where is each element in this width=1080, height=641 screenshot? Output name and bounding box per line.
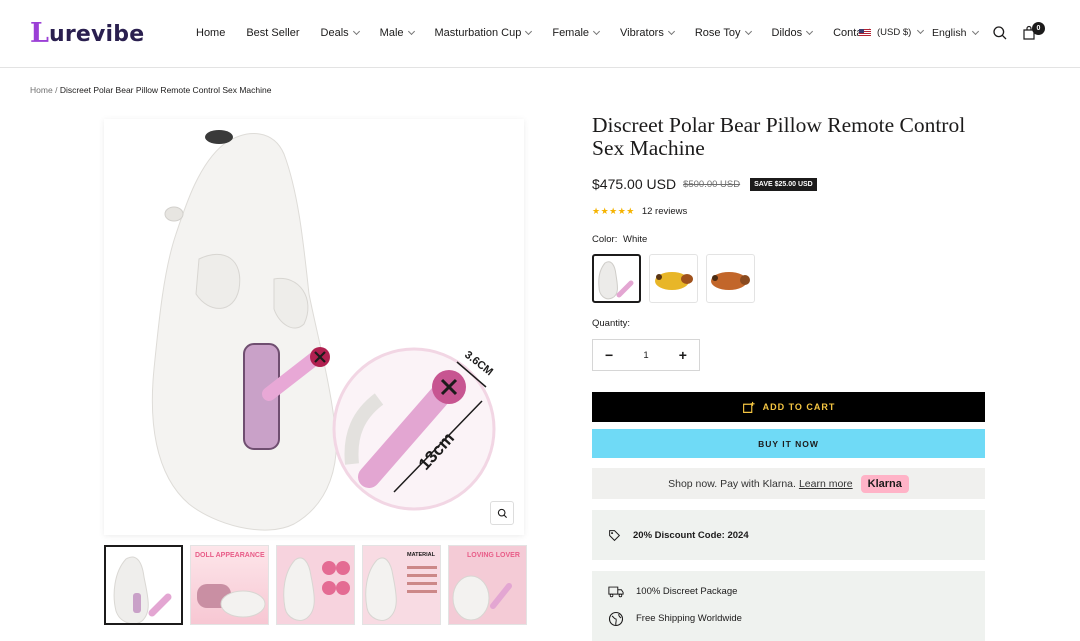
- us-flag-icon: [859, 28, 871, 37]
- product-price: $475.00 USD: [592, 176, 677, 192]
- chevron-down-icon: [744, 27, 752, 36]
- thumbnail[interactable]: [104, 545, 183, 625]
- cart-count-badge: 0: [1032, 22, 1045, 35]
- nav-best-seller[interactable]: Best Seller: [246, 27, 299, 39]
- language-label: English: [932, 27, 967, 39]
- star-rating-icon: ★★★★★: [592, 206, 635, 216]
- klarna-logo: Klarna: [860, 474, 909, 493]
- color-value: White: [622, 234, 648, 245]
- logo-text: urevibe: [48, 21, 145, 47]
- swatch-yellow-image: [655, 272, 693, 290]
- tag-icon: [609, 529, 621, 541]
- quantity-decrease-button[interactable]: −: [605, 347, 613, 363]
- currency-label: (USD $): [877, 27, 912, 38]
- discount-code-box: 20% Discount Code: 2024: [592, 510, 985, 560]
- feature-label: Free Shipping Worldwide: [636, 613, 742, 624]
- nav-male[interactable]: Male: [380, 27, 415, 39]
- buy-it-now-button[interactable]: BUY IT NOW: [592, 429, 985, 458]
- search-icon[interactable]: [992, 25, 1008, 41]
- quantity-label: Quantity:: [592, 318, 631, 329]
- thumbnail-features-image: [283, 557, 350, 621]
- features-box: 100% Discreet Package Free Shipping Worl…: [592, 571, 985, 641]
- nav-vibrators[interactable]: Vibrators: [620, 27, 675, 39]
- klarna-banner: Shop now. Pay with Klarna. Learn more Kl…: [592, 468, 985, 499]
- chevron-down-icon: [806, 27, 814, 36]
- chevron-down-icon: [407, 27, 415, 36]
- polar-bear-pillow-image: 3.6CM 13cm: [151, 130, 496, 531]
- thumbnail[interactable]: DOLL APPEARANCE: [190, 545, 269, 625]
- thumbnail-caption: DOLL APPEARANCE: [195, 552, 265, 559]
- site-logo[interactable]: L urevibe: [30, 16, 144, 52]
- chevron-down-icon: [352, 27, 360, 36]
- breadcrumb-separator: /: [55, 85, 58, 95]
- save-badge: SAVE $25.00 USD: [750, 177, 817, 191]
- swatch-yellow[interactable]: [649, 254, 698, 303]
- thumbnail-caption: LOVING LOVER: [467, 552, 520, 559]
- product-info: Discreet Polar Bear Pillow Remote Contro…: [592, 114, 985, 641]
- feature-discreet-package: 100% Discreet Package: [608, 585, 969, 598]
- truck-icon: [608, 586, 624, 598]
- language-selector[interactable]: English: [932, 27, 980, 39]
- nav-female[interactable]: Female: [552, 27, 601, 39]
- nav-home[interactable]: Home: [196, 27, 225, 39]
- zoom-button[interactable]: [490, 501, 514, 525]
- quantity-value[interactable]: 1: [643, 350, 648, 361]
- quantity-stepper: − 1 +: [592, 339, 700, 371]
- chevron-down-icon: [667, 27, 675, 36]
- quantity-increase-button[interactable]: +: [679, 347, 687, 363]
- swatch-brown[interactable]: [706, 254, 755, 303]
- globe-icon: [608, 611, 624, 626]
- thumbnail[interactable]: [276, 545, 355, 625]
- add-to-cart-button[interactable]: ADD TO CART: [592, 392, 985, 422]
- thumbnail-bear-image: [113, 556, 172, 623]
- breadcrumb-home[interactable]: Home: [30, 85, 53, 95]
- chevron-down-icon: [525, 27, 533, 36]
- buy-it-now-label: BUY IT NOW: [758, 438, 819, 449]
- thumbnail-strip: DOLL APPEARANCE MATERIAL LOVING LOVER: [104, 545, 527, 625]
- site-header: L urevibe Home Best Seller Deals Male Ma…: [0, 0, 1080, 68]
- swatch-white-image: [598, 261, 634, 300]
- nav-deals[interactable]: Deals: [321, 27, 360, 39]
- chevron-down-icon: [592, 27, 601, 36]
- klarna-text: Shop now. Pay with Klarna.: [668, 477, 796, 490]
- feature-label: 100% Discreet Package: [636, 586, 738, 597]
- color-label-text: Color:: [592, 234, 618, 245]
- currency-selector[interactable]: (USD $): [859, 26, 925, 38]
- nav-rose-toy[interactable]: Rose Toy: [695, 27, 752, 39]
- nav-masturbation-cup[interactable]: Masturbation Cup: [435, 27, 533, 39]
- rating-row[interactable]: ★★★★★ 12 reviews: [592, 206, 985, 217]
- nav-dildos[interactable]: Dildos: [772, 27, 814, 39]
- klarna-learn-more-link[interactable]: Learn more: [799, 478, 853, 490]
- price-row: $475.00 USD $500.00 USD SAVE $25.00 USD: [592, 176, 985, 192]
- color-swatches: [592, 254, 985, 303]
- product-main-image[interactable]: 3.6CM 13cm: [104, 119, 524, 535]
- zoom-icon: [497, 508, 507, 518]
- cart-plus-icon: [742, 401, 755, 413]
- breadcrumb: Home / Discreet Polar Bear Pillow Remote…: [30, 85, 271, 95]
- product-title: Discreet Polar Bear Pillow Remote Contro…: [592, 113, 966, 160]
- main-nav: Home Best Seller Deals Male Masturbation…: [196, 27, 871, 39]
- breadcrumb-current: Discreet Polar Bear Pillow Remote Contro…: [59, 85, 272, 95]
- chevron-down-icon: [972, 27, 980, 35]
- chevron-down-icon: [917, 26, 925, 35]
- add-to-cart-label: ADD TO CART: [762, 402, 836, 412]
- logo-initial: L: [30, 17, 49, 49]
- swatch-brown-image: [711, 272, 750, 290]
- reviews-count: 12 reviews: [641, 206, 688, 217]
- thumbnail[interactable]: LOVING LOVER: [448, 545, 527, 625]
- compare-price: $500.00 USD: [683, 178, 741, 190]
- feature-free-shipping: Free Shipping Worldwide: [608, 611, 969, 626]
- thumbnail-caption: MATERIAL: [407, 552, 436, 558]
- discount-code-text: 20% Discount Code: 2024: [633, 529, 749, 541]
- color-label: Color: White: [592, 234, 985, 245]
- swatch-white[interactable]: [592, 254, 641, 303]
- thumbnail[interactable]: MATERIAL: [362, 545, 441, 625]
